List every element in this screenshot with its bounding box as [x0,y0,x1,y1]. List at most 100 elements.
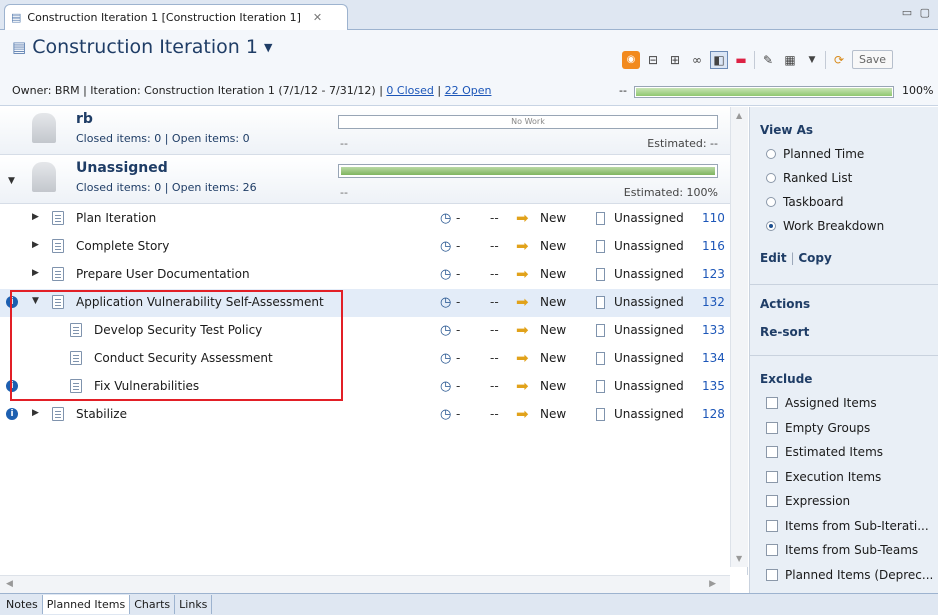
view-as-option[interactable]: Ranked List [766,171,852,185]
work-item-title[interactable]: Stabilize [76,407,127,421]
dropdown-icon[interactable]: ▼ [803,51,821,69]
table-row[interactable]: i ▶ Stabilize ◷ - -- ➡ New Unassigned 128 [0,401,730,429]
radio-button[interactable] [766,221,776,231]
owner-value[interactable]: Unassigned [614,211,684,225]
owner-value[interactable]: Unassigned [614,267,684,281]
work-item-id[interactable]: 132 [702,295,725,309]
chevron-right-icon[interactable]: ▶ [32,212,39,222]
refresh-icon[interactable]: ⟳ [830,51,848,69]
status-value[interactable]: New [540,211,566,225]
status-value[interactable]: New [540,351,566,365]
vertical-scrollbar[interactable]: ▲ ▼ [730,107,748,567]
checkbox[interactable] [766,544,778,556]
chevron-right-icon[interactable]: ▶ [32,268,39,278]
table-row[interactable]: ▶ Plan Iteration ◷ - -- ➡ New Unassigned 110 [0,205,730,233]
work-item-id[interactable]: 123 [702,267,725,281]
owner-value[interactable]: Unassigned [614,295,684,309]
status-value[interactable]: New [540,239,566,253]
scroll-up-icon[interactable]: ▲ [736,111,742,120]
work-item-id[interactable]: 133 [702,323,725,337]
exclude-option[interactable]: Planned Items (Deprec... [766,568,933,582]
work-item-id[interactable]: 128 [702,407,725,421]
edit-icon[interactable]: ✎ [759,51,777,69]
time-estimate: - [456,407,461,421]
checkbox[interactable] [766,446,778,458]
group-name: Unassigned [76,160,168,176]
split-view-icon[interactable]: ◧ [710,50,728,69]
radio-button[interactable] [766,149,776,159]
exclude-option[interactable]: Assigned Items [766,396,877,410]
exclude-option[interactable]: Empty Groups [766,421,870,435]
scroll-left-icon[interactable]: ◀ [6,579,13,589]
tab-charts[interactable]: Charts [130,595,176,614]
editor-tab[interactable]: ▤ Construction Iteration 1 [Construction… [4,4,348,30]
horizontal-scrollbar[interactable]: ◀ ▶ [0,575,730,593]
feed-icon[interactable]: ◉ [622,50,640,69]
exclude-option[interactable]: Execution Items [766,470,881,484]
scroll-right-icon[interactable]: ▶ [709,579,716,589]
exclude-option[interactable]: Estimated Items [766,445,883,459]
owner-group-unassigned[interactable]: ▼ Unassigned Closed items: 0 | Open item… [0,156,730,204]
checkbox[interactable] [766,470,778,483]
work-item-id[interactable]: 116 [702,239,725,253]
owner-value[interactable]: Unassigned [614,379,684,393]
checkbox[interactable] [766,495,778,507]
link-icon[interactable]: ∞ [688,51,706,69]
edit-link[interactable]: Edit [760,251,787,265]
checkbox[interactable] [766,397,778,409]
collapse-all-icon[interactable]: ⊟ [644,51,662,69]
checkbox[interactable] [766,519,778,532]
exclude-option[interactable]: Expression [766,494,850,508]
radio-button[interactable] [766,197,776,207]
chevron-down-icon[interactable]: ▼ [264,41,272,54]
work-item-id[interactable]: 110 [702,211,725,225]
view-as-option[interactable]: Planned Time [766,147,864,161]
status-value[interactable]: New [540,323,566,337]
work-item-title[interactable]: Prepare User Documentation [76,267,250,281]
exclude-option[interactable]: Items from Sub-Iterati... [766,519,929,533]
work-item-id[interactable]: 134 [702,351,725,365]
radio-button[interactable] [766,173,776,183]
view-as-option[interactable]: Taskboard [766,195,844,209]
close-icon[interactable]: ✕ [313,11,322,24]
page-title[interactable]: ▤ Construction Iteration 1 ▼ [12,36,272,58]
window-controls[interactable]: ▭ ▢ [902,6,932,19]
resort-link[interactable]: Re-sort [760,325,809,339]
group-progress-bar: No Work [338,115,718,129]
work-item-id[interactable]: 135 [702,379,725,393]
save-button[interactable]: Save [852,50,894,69]
owner-value[interactable]: Unassigned [614,351,684,365]
new-item-icon[interactable]: ▦ [781,51,799,69]
table-row[interactable]: ▶ Complete Story ◷ - -- ➡ New Unassigned 116 [0,233,730,261]
copy-link[interactable]: Copy [798,251,831,265]
tab-links[interactable]: Links [175,595,213,614]
status-value[interactable]: New [540,379,566,393]
checkbox[interactable] [766,568,778,581]
chevron-down-icon[interactable]: ▼ [8,176,15,186]
table-row[interactable]: ▶ Prepare User Documentation ◷ - -- ➡ New Unass… [0,261,730,289]
view-as-option[interactable]: Work Breakdown [766,219,884,233]
chevron-right-icon[interactable]: ▶ [32,240,39,250]
view-panel: View As Planned Time Ranked List Taskboa… [749,107,938,593]
chevron-right-icon[interactable]: ▶ [32,408,39,418]
exclude-option[interactable]: Items from Sub-Teams [766,543,918,557]
info-icon[interactable]: i [6,408,18,420]
owner-group-rb[interactable]: rb Closed items: 0 | Open items: 0 No Wo… [0,107,730,155]
open-items-link[interactable]: 22 Open [445,84,492,97]
color-icon[interactable]: ▬ [732,51,750,69]
work-item-title[interactable]: Plan Iteration [76,211,156,225]
work-item-title[interactable]: Complete Story [76,239,169,253]
owner-value[interactable]: Unassigned [614,239,684,253]
clock-icon: ◷ [440,323,452,338]
owner-value[interactable]: Unassigned [614,407,684,421]
status-value[interactable]: New [540,267,566,281]
scroll-down-icon[interactable]: ▼ [736,554,742,563]
checkbox[interactable] [766,421,778,434]
owner-value[interactable]: Unassigned [614,323,684,337]
tab-planned-items[interactable]: Planned Items [42,595,131,614]
status-value[interactable]: New [540,407,566,421]
expand-all-icon[interactable]: ⊞ [666,51,684,69]
closed-items-link[interactable]: 0 Closed [386,84,433,97]
tab-notes[interactable]: Notes [2,595,43,614]
status-value[interactable]: New [540,295,566,309]
